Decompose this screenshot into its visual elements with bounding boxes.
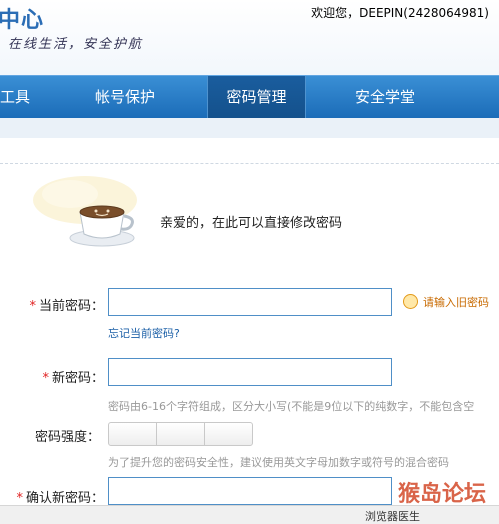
warning-face-icon [403, 294, 418, 309]
confirm-password-label-text: 确认新密码： [25, 491, 104, 506]
confirm-password-input[interactable] [108, 477, 392, 505]
main-nav: 工具 帐号保护 密码管理 安全学堂 [0, 75, 499, 119]
current-password-label-text: 当前密码： [38, 299, 104, 314]
site-header: 中心 在线生活，安全护航 欢迎您，DEEPIN(2428064981) [0, 0, 499, 75]
strength-segment-strong [205, 423, 252, 445]
new-password-input[interactable] [108, 358, 392, 386]
sub-nav-bar [0, 118, 499, 138]
site-logo-title: 中心 [0, 8, 45, 33]
current-password-warning: 请输入旧密码 [403, 294, 489, 310]
required-mark: * [16, 491, 23, 506]
required-mark: * [42, 371, 49, 386]
new-password-label-text: 新密码： [51, 371, 104, 386]
new-password-hint: 密码由6-16个字符组成，区分大小写(不能是9位以下的纯数字，不能包含空 [108, 400, 475, 413]
password-strength-label: 密码强度： [34, 430, 100, 445]
strength-segment-medium [157, 423, 205, 445]
strength-segment-weak [109, 423, 157, 445]
nav-item-security-academy[interactable]: 安全学堂 [325, 76, 445, 118]
nav-item-tools[interactable]: 工具 [0, 76, 55, 118]
password-strength-hint: 为了提升您的密码安全性，建议使用英文字母加数字或符号的混合密码 [108, 456, 449, 469]
browser-doctor-label[interactable]: 浏览器医生 [365, 508, 420, 524]
welcome-text: 欢迎您，DEEPIN(2428064981) [311, 6, 489, 20]
nav-item-account-protection[interactable]: 帐号保护 [65, 76, 185, 118]
confirm-password-label: * 确认新密码： [0, 487, 104, 506]
intro-text: 亲爱的，在此可以直接修改密码 [160, 216, 343, 231]
coffee-cup-icon [33, 176, 137, 247]
password-strength-meter [108, 422, 253, 446]
site-slogan: 在线生活，安全护航 [8, 37, 144, 52]
divider [0, 163, 499, 164]
forgot-password-link[interactable]: 忘记当前密码? [108, 325, 180, 341]
nav-item-password-management[interactable]: 密码管理 [207, 76, 306, 118]
current-password-input[interactable] [108, 288, 392, 316]
new-password-label: * 新密码： [0, 367, 104, 386]
required-mark: * [29, 299, 36, 314]
current-password-label: * 当前密码： [0, 295, 104, 314]
current-password-warning-text: 请输入旧密码 [423, 296, 489, 309]
forum-watermark: 猴岛论坛 [398, 481, 487, 507]
